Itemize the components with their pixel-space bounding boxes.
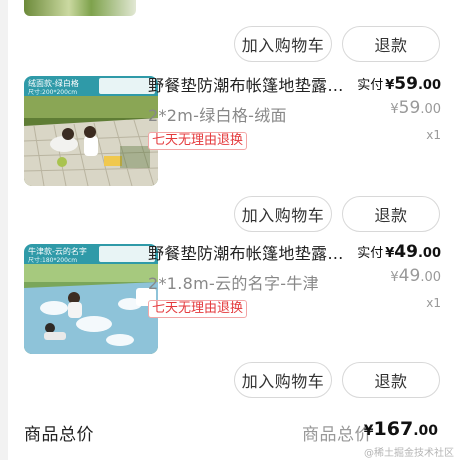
paid-label: 实付 [357, 246, 384, 261]
refund-button[interactable]: 退款 [342, 362, 440, 398]
return-policy-badge: 七天无理由退换 [148, 300, 248, 318]
previous-item-strip: 加入购物车 退款 [8, 0, 460, 70]
paid-price-decimal: .00 [417, 246, 441, 261]
thumbnail-size: 尺寸:200*200cm [28, 89, 78, 96]
paid-price: 实付 ¥49.00 [357, 242, 441, 262]
product-variant: 2*2m-绿白格-绒面 [148, 106, 287, 125]
quantity: x1 [426, 128, 441, 142]
add-to-cart-button[interactable]: 加入购物车 [234, 26, 332, 62]
paid-price-integer: 49 [394, 242, 418, 262]
product-photo [24, 96, 158, 186]
product-title[interactable]: 野餐垫防潮布帐篷地垫露营… [148, 240, 356, 264]
product-thumbnail[interactable]: 牛津款-云的名字 尺寸:180*200cm [24, 244, 158, 354]
product-photo [24, 264, 158, 354]
watermark: @稀土掘金技术社区 [364, 448, 454, 459]
thumbnail-feature-badges [99, 78, 155, 94]
order-item[interactable]: 绒面款-绿白格 尺寸:200*200cm 野餐垫防潮布帐篷地垫露营… 2*2m-… [8, 70, 460, 238]
thumbnail-size: 尺寸:180*200cm [28, 257, 78, 264]
currency-symbol: ¥ [390, 270, 399, 285]
refund-button[interactable]: 退款 [342, 196, 440, 232]
original-price-decimal: .00 [420, 102, 441, 117]
thumbnail-banner: 牛津款-云的名字 尺寸:180*200cm [24, 244, 158, 264]
paid-price-decimal: .00 [417, 78, 441, 93]
total-amount-integer: 167 [373, 418, 414, 440]
total-label: 商品总价 [24, 425, 94, 445]
original-price-integer: 59 [398, 98, 421, 118]
order-item[interactable]: 牛津款-云的名字 尺寸:180*200cm 野餐垫防潮布帐篷地垫露营… 2*1.… [8, 238, 460, 406]
product-variant: 2*1.8m-云的名字-牛津 [148, 274, 319, 293]
product-title[interactable]: 野餐垫防潮布帐篷地垫露营… [148, 72, 356, 96]
total-amount-decimal: .00 [413, 423, 438, 439]
original-price: ¥59.00 [390, 98, 441, 118]
paid-price: 实付 ¥59.00 [357, 74, 441, 94]
thumbnail-banner: 绒面款-绿白格 尺寸:200*200cm [24, 76, 158, 96]
original-price-integer: 49 [398, 266, 421, 286]
currency-symbol: ¥ [385, 78, 395, 93]
return-policy-badge: 七天无理由退换 [148, 132, 248, 150]
previous-item-thumbnail [24, 0, 136, 16]
currency-symbol: ¥ [390, 102, 399, 117]
total-amount: ¥167.00 [364, 418, 438, 440]
add-to-cart-button[interactable]: 加入购物车 [234, 196, 332, 232]
paid-label: 实付 [357, 78, 384, 93]
original-price: ¥49.00 [390, 266, 441, 286]
refund-button[interactable]: 退款 [342, 26, 440, 62]
thumbnail-feature-badges [99, 246, 155, 262]
currency-symbol: ¥ [363, 423, 374, 439]
original-price-decimal: .00 [420, 270, 441, 285]
total-label-secondary: 商品总价 [302, 425, 372, 445]
currency-symbol: ¥ [385, 246, 395, 261]
paid-price-integer: 59 [394, 74, 418, 94]
product-thumbnail[interactable]: 绒面款-绿白格 尺寸:200*200cm [24, 76, 158, 186]
add-to-cart-button[interactable]: 加入购物车 [234, 362, 332, 398]
quantity: x1 [426, 296, 441, 310]
